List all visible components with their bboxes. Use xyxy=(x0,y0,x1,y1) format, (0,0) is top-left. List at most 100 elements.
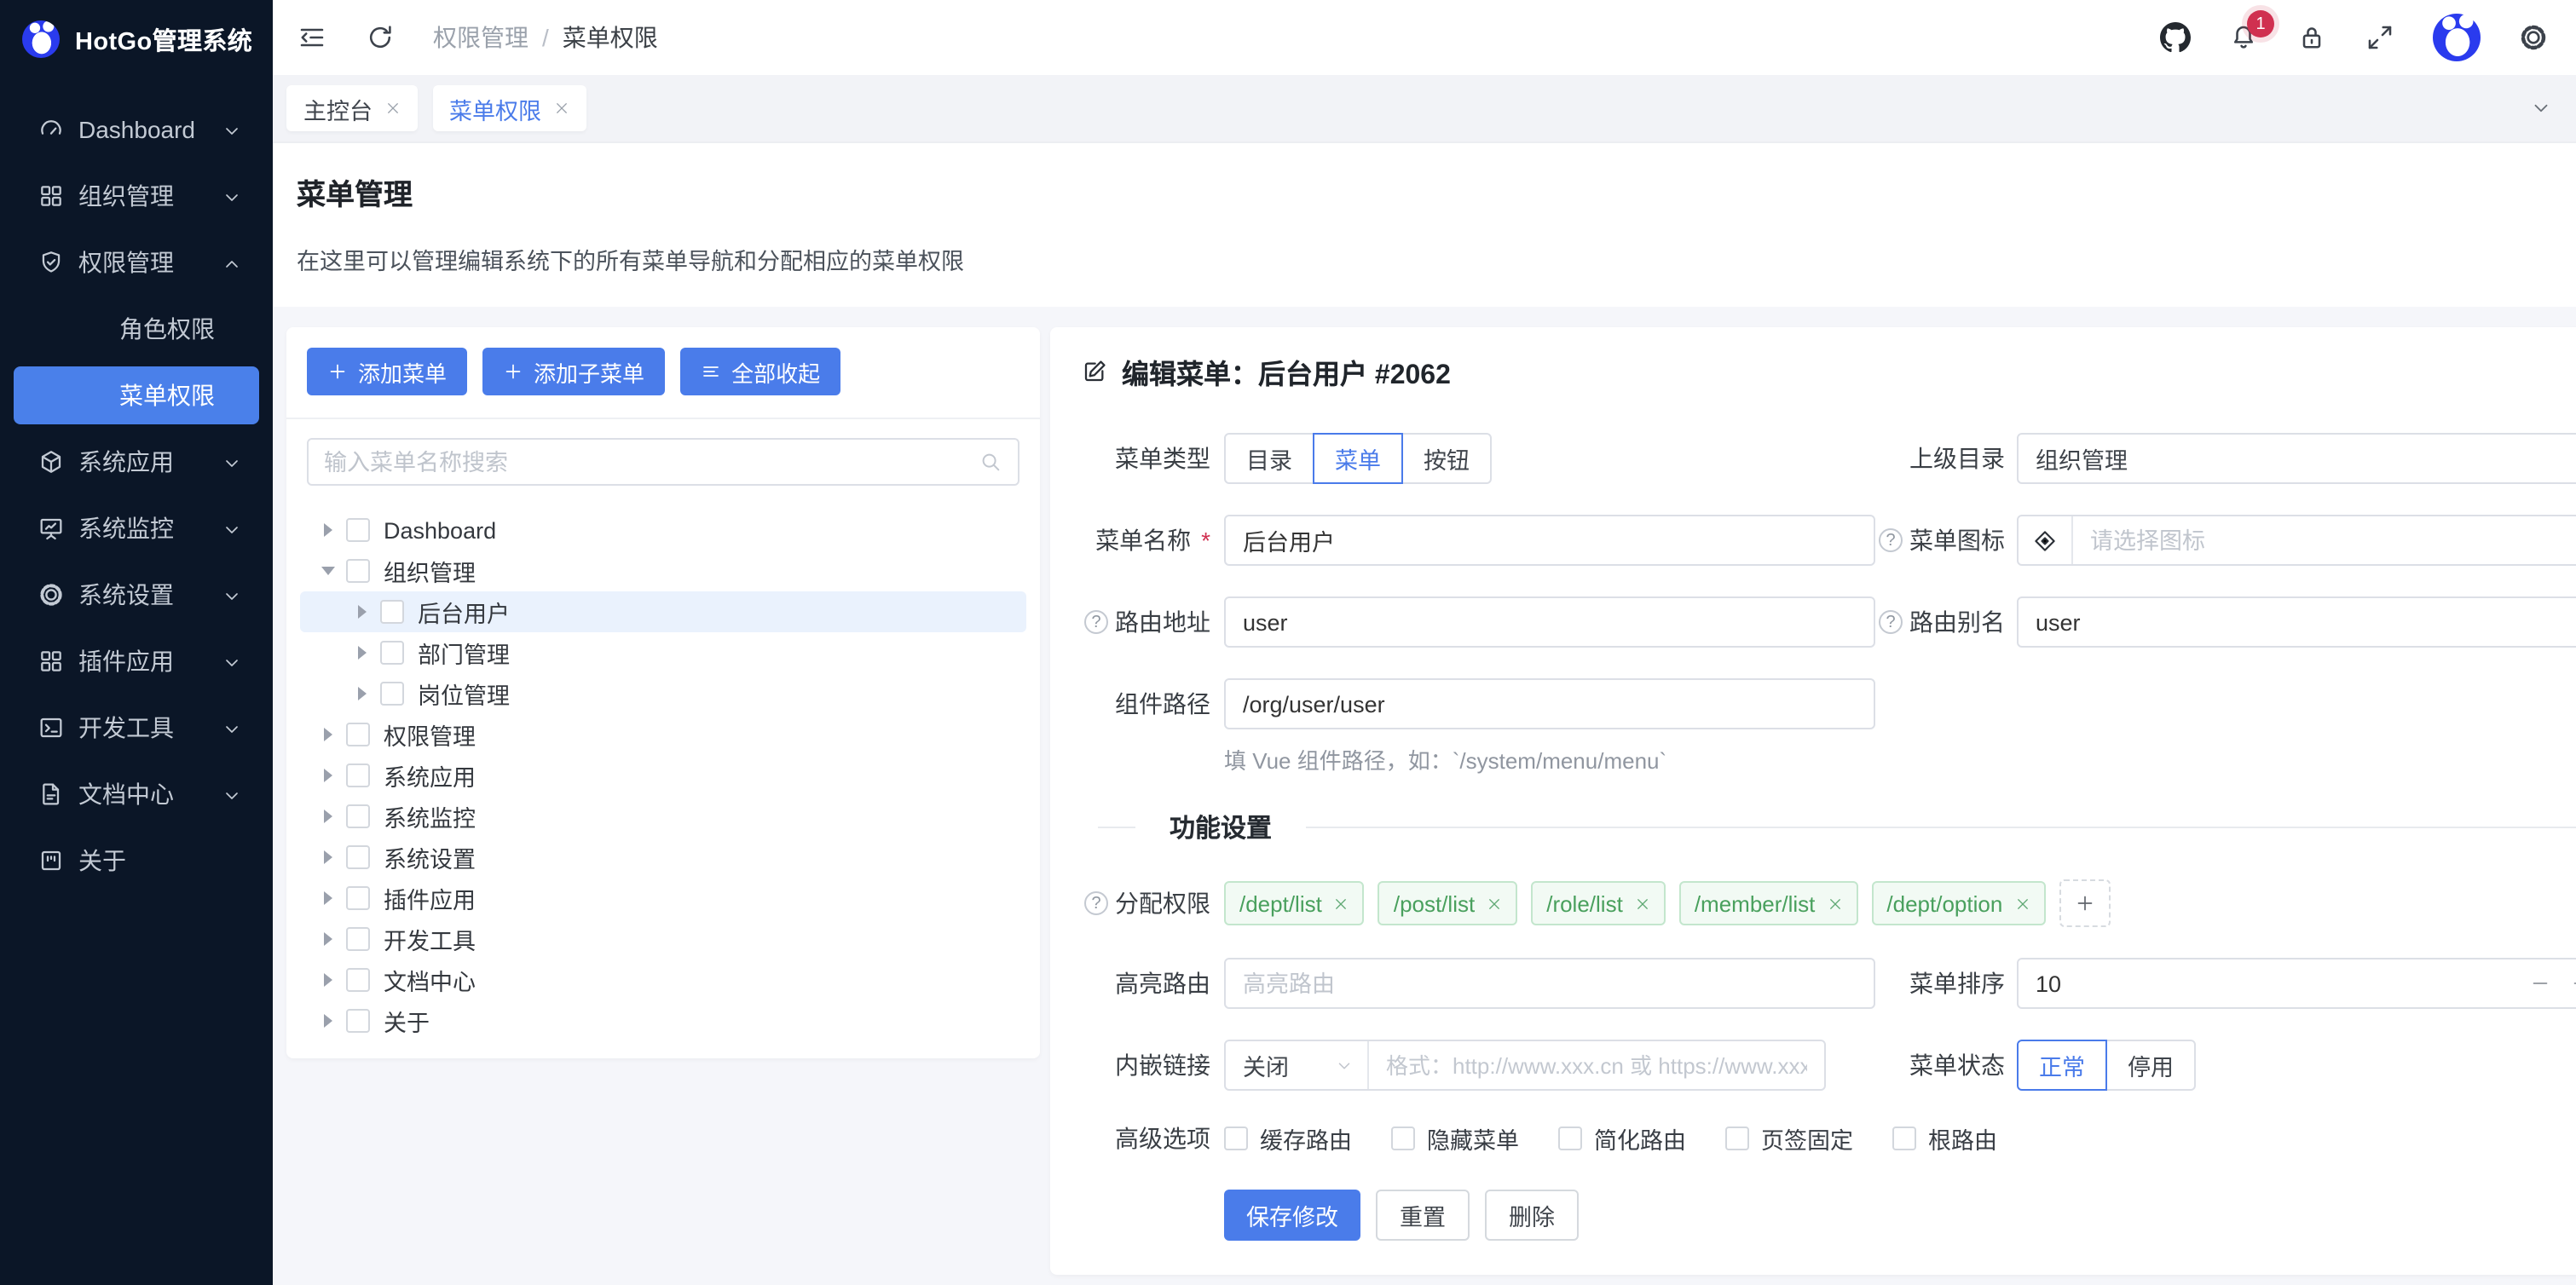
lock-screen-icon[interactable] xyxy=(2296,22,2327,53)
save-button[interactable]: 保存修改 xyxy=(1224,1190,1360,1241)
route-path-input[interactable] xyxy=(1243,609,1857,635)
checkbox[interactable] xyxy=(1558,1127,1582,1150)
tree-row[interactable]: 文档中心 xyxy=(300,959,1026,1000)
sidebar-item-role-permission[interactable]: 角色权限 xyxy=(14,300,259,358)
add-permission-button[interactable] xyxy=(2059,879,2110,927)
tree-row[interactable]: 开发工具 xyxy=(300,919,1026,959)
tree-row[interactable]: 关于 xyxy=(300,1000,1026,1041)
notification-bell-icon[interactable]: 1 xyxy=(2228,22,2259,53)
close-icon[interactable] xyxy=(1487,896,1502,911)
add-menu-button[interactable]: 添加菜单 xyxy=(307,348,467,395)
add-submenu-button[interactable]: 添加子菜单 xyxy=(482,348,665,395)
highlight-route-input[interactable] xyxy=(1243,971,1857,996)
checkbox[interactable] xyxy=(346,1009,370,1033)
checkbox[interactable] xyxy=(380,600,404,624)
component-path-input[interactable] xyxy=(1243,691,1857,717)
menu-type-option-dir[interactable]: 目录 xyxy=(1224,433,1314,484)
app-logo[interactable]: HotGo管理系统 xyxy=(0,0,273,78)
menu-type-option-menu[interactable]: 菜单 xyxy=(1313,433,1403,484)
checkbox-cache-route[interactable]: 缓存路由 xyxy=(1224,1121,1352,1155)
checkbox[interactable] xyxy=(380,682,404,706)
caret-right-icon[interactable] xyxy=(358,687,367,700)
help-icon[interactable] xyxy=(1084,891,1108,915)
minus-icon[interactable] xyxy=(2530,973,2550,994)
embed-link-input[interactable] xyxy=(1369,1052,1824,1078)
checkbox-simplify-route[interactable]: 简化路由 xyxy=(1558,1121,1686,1155)
sidebar-item-system-monitor[interactable]: 系统监控 xyxy=(14,499,259,557)
plus-icon[interactable] xyxy=(2571,973,2576,994)
sidebar-item-permission[interactable]: 权限管理 xyxy=(14,233,259,291)
caret-right-icon[interactable] xyxy=(324,891,332,905)
close-icon[interactable] xyxy=(2014,896,2030,911)
settings-gear-icon[interactable] xyxy=(2518,22,2549,53)
checkbox[interactable] xyxy=(346,804,370,828)
tree-row[interactable]: 系统设置 xyxy=(300,837,1026,878)
caret-right-icon[interactable] xyxy=(324,810,332,823)
sidebar-item-system-settings[interactable]: 系统设置 xyxy=(14,566,259,624)
checkbox-pin-tab[interactable]: 页签固定 xyxy=(1725,1121,1853,1155)
tree-row[interactable]: 部门管理 xyxy=(300,632,1026,673)
github-icon[interactable] xyxy=(2160,22,2191,53)
menu-sort-stepper[interactable]: 10 xyxy=(2017,958,2576,1009)
menu-icon-input[interactable] xyxy=(2073,527,2576,553)
sidebar-item-menu-permission[interactable]: 菜单权限 xyxy=(14,366,259,424)
parent-dir-select[interactable]: 组织管理 xyxy=(2017,433,2576,484)
help-icon[interactable] xyxy=(1879,528,1903,552)
caret-right-icon[interactable] xyxy=(358,605,367,619)
collapse-sidebar-icon[interactable] xyxy=(297,22,327,53)
caret-right-icon[interactable] xyxy=(324,523,332,537)
checkbox[interactable] xyxy=(346,518,370,542)
sidebar-item-system-app[interactable]: 系统应用 xyxy=(14,433,259,491)
collapse-all-button[interactable]: 全部收起 xyxy=(680,348,840,395)
breadcrumb-parent[interactable]: 权限管理 xyxy=(433,20,528,55)
checkbox[interactable] xyxy=(1391,1127,1415,1150)
help-icon[interactable] xyxy=(1879,610,1903,634)
caret-right-icon[interactable] xyxy=(324,932,332,946)
checkbox-hide-menu[interactable]: 隐藏菜单 xyxy=(1391,1121,1519,1155)
checkbox[interactable] xyxy=(346,764,370,787)
sidebar-item-dev-tools[interactable]: 开发工具 xyxy=(14,699,259,757)
icon-picker-diamond-icon[interactable] xyxy=(2019,516,2073,564)
tree-row[interactable]: 岗位管理 xyxy=(300,673,1026,714)
help-icon[interactable] xyxy=(1084,610,1108,634)
sidebar-item-doc-center[interactable]: 文档中心 xyxy=(14,765,259,823)
checkbox[interactable] xyxy=(346,845,370,869)
tab-menu-permission[interactable]: 菜单权限 xyxy=(432,85,586,131)
user-avatar[interactable] xyxy=(2433,14,2481,61)
refresh-icon[interactable] xyxy=(365,22,396,53)
close-icon[interactable] xyxy=(1635,896,1650,911)
caret-right-icon[interactable] xyxy=(324,1014,332,1028)
sidebar-item-org[interactable]: 组织管理 xyxy=(14,167,259,225)
caret-right-icon[interactable] xyxy=(324,973,332,987)
sidebar-item-about[interactable]: 关于 xyxy=(14,832,259,890)
menu-status-option-normal[interactable]: 正常 xyxy=(2017,1040,2107,1091)
checkbox[interactable] xyxy=(346,927,370,951)
caret-down-icon[interactable] xyxy=(321,567,335,575)
reset-button[interactable]: 重置 xyxy=(1376,1190,1470,1241)
close-icon[interactable] xyxy=(384,95,400,121)
route-alias-input[interactable] xyxy=(2036,609,2576,635)
tree-row[interactable]: 插件应用 xyxy=(300,878,1026,919)
sidebar-item-plugin-app[interactable]: 插件应用 xyxy=(14,632,259,690)
checkbox-root-route[interactable]: 根路由 xyxy=(1892,1121,1997,1155)
sidebar-item-dashboard[interactable]: Dashboard xyxy=(14,101,259,158)
tree-row[interactable]: 系统监控 xyxy=(300,796,1026,837)
checkbox[interactable] xyxy=(346,968,370,992)
checkbox[interactable] xyxy=(1892,1127,1916,1150)
caret-right-icon[interactable] xyxy=(324,850,332,864)
caret-right-icon[interactable] xyxy=(358,646,367,660)
tree-row[interactable]: 权限管理 xyxy=(300,714,1026,755)
checkbox[interactable] xyxy=(1224,1127,1248,1150)
menu-name-input[interactable] xyxy=(1243,527,1857,553)
caret-right-icon[interactable] xyxy=(324,728,332,741)
tree-row[interactable]: Dashboard xyxy=(300,510,1026,550)
close-icon[interactable] xyxy=(1827,896,1842,911)
checkbox[interactable] xyxy=(1725,1127,1749,1150)
tree-row-selected[interactable]: 后台用户 xyxy=(300,591,1026,632)
menu-search-input[interactable] xyxy=(307,438,1019,486)
tree-row[interactable]: 组织管理 xyxy=(300,550,1026,591)
checkbox[interactable] xyxy=(346,559,370,583)
delete-button[interactable]: 删除 xyxy=(1485,1190,1579,1241)
close-icon[interactable] xyxy=(553,95,569,121)
tab-console[interactable]: 主控台 xyxy=(286,85,417,131)
